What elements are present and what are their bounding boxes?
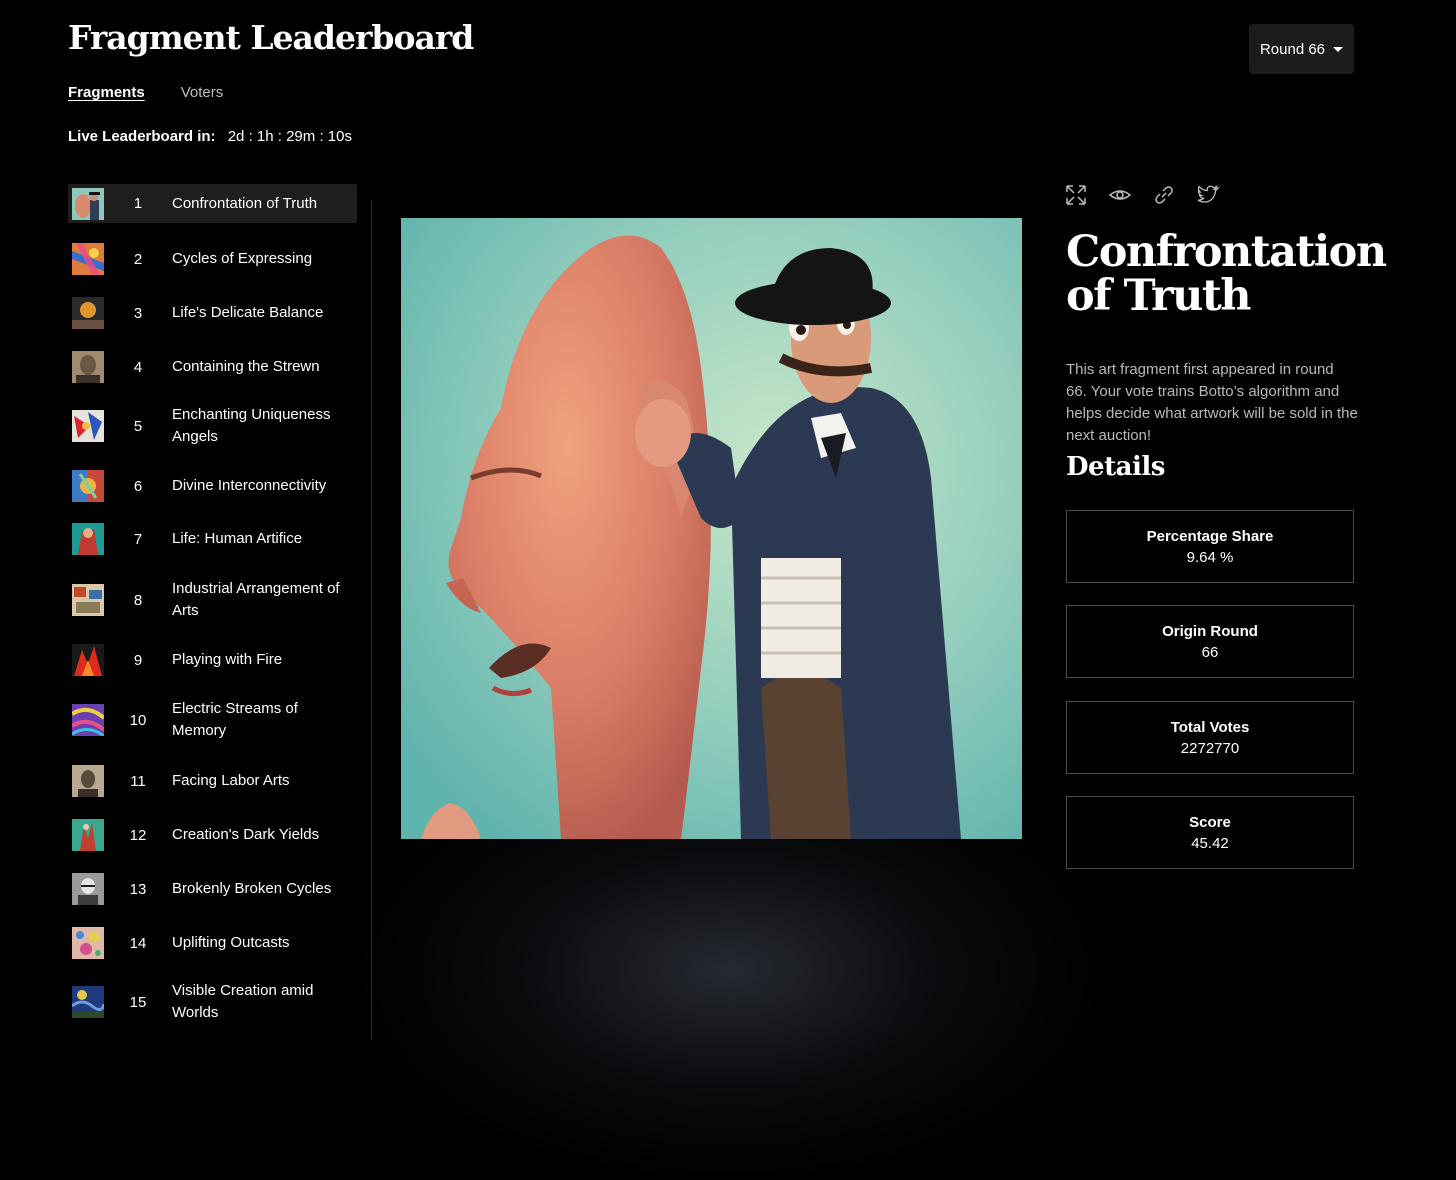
fragment-thumbnail (72, 704, 104, 736)
rank-number: 2 (133, 250, 143, 268)
detail-value: 2272770 (1180, 739, 1240, 757)
rank-number: 4 (133, 358, 143, 376)
fragment-thumbnail (72, 584, 104, 616)
fragment-title: Confrontation of Truth (1066, 227, 1387, 321)
eye-icon[interactable] (1108, 183, 1132, 207)
fragment-artwork[interactable] (401, 218, 1022, 839)
live-countdown: Live Leaderboard in: 2d : 1h : 29m : 10s (68, 128, 352, 145)
detail-label: Score (1189, 813, 1231, 831)
artwork-image (401, 218, 1022, 839)
fragment-actions (1064, 183, 1220, 207)
detail-label: Origin Round (1162, 622, 1258, 640)
rank-number: 13 (129, 880, 147, 898)
fragment-thumbnail (72, 873, 104, 905)
tab-voters[interactable]: Voters (181, 84, 224, 101)
fragment-name: Cycles of Expressing (172, 250, 313, 267)
fragment-name: Containing the Strewn (172, 358, 320, 375)
rank-number: 14 (129, 934, 147, 952)
detail-card-percentage-share: Percentage Share 9.64 % (1066, 510, 1354, 583)
countdown-value: 2d : 1h : 29m : 10s (227, 128, 352, 145)
fragment-name: Life: Human Artifice (172, 530, 303, 547)
leaderboard-item[interactable]: 8 Industrial Arrangement of Arts (68, 578, 357, 622)
fragment-thumbnail (72, 986, 104, 1018)
detail-value: 66 (1201, 643, 1219, 661)
rank-number: 6 (133, 477, 143, 495)
fragment-thumbnail (72, 351, 104, 383)
fragment-thumbnail (72, 523, 104, 555)
leaderboard-item[interactable]: 10 Electric Streams of Memory (68, 698, 357, 742)
fragment-thumbnail (72, 819, 104, 851)
leaderboard-item[interactable]: 4 Containing the Strewn (68, 349, 357, 385)
leaderboard-item[interactable]: 11 Facing Labor Arts (68, 763, 357, 799)
round-label: Round 66 (1259, 40, 1326, 58)
fragment-thumbnail (72, 243, 104, 275)
fragment-name: Confrontation of Truth (172, 194, 318, 212)
rank-number: 12 (129, 826, 147, 844)
fragment-thumbnail (72, 297, 104, 329)
rank-number: 5 (133, 417, 143, 435)
leaderboard-item[interactable]: 1 Confrontation of Truth (68, 184, 357, 223)
link-icon[interactable] (1152, 183, 1176, 207)
leaderboard-item[interactable]: 7 Life: Human Artifice (68, 521, 357, 557)
rank-number: 1 (133, 195, 143, 212)
fragment-name: Brokenly Broken Cycles (172, 880, 332, 897)
leaderboard-item[interactable]: 6 Divine Interconnectivity (68, 468, 357, 504)
tab-fragments[interactable]: Fragments (68, 84, 145, 101)
fragment-name: Creation's Dark Yields (172, 826, 320, 843)
fragment-name: Playing with Fire (172, 651, 283, 668)
leaderboard-item[interactable]: 3 Life's Delicate Balance (68, 295, 357, 331)
leaderboard-item[interactable]: 12 Creation's Dark Yields (68, 817, 357, 853)
leaderboard-item[interactable]: 13 Brokenly Broken Cycles (68, 871, 357, 907)
rank-number: 7 (133, 530, 143, 548)
fragment-thumbnail (72, 187, 104, 220)
sidebar-divider (371, 200, 372, 1040)
fragment-description: This art fragment first appeared in roun… (1066, 361, 1358, 444)
rank-number: 11 (130, 772, 146, 790)
rank-number: 15 (129, 993, 147, 1011)
page-title: Fragment Leaderboard (68, 18, 474, 57)
detail-value: 45.42 (1191, 834, 1229, 852)
fragment-name: Uplifting Outcasts (172, 934, 290, 951)
fragment-thumbnail (72, 470, 104, 502)
detail-card-total-votes: Total Votes 2272770 (1066, 701, 1354, 774)
fragment-thumbnail (72, 410, 104, 442)
detail-label: Total Votes (1170, 718, 1250, 736)
detail-card-origin-round: Origin Round 66 (1066, 605, 1354, 678)
detail-label: Percentage Share (1146, 527, 1274, 545)
round-selector[interactable]: Round 66 (1249, 24, 1354, 74)
detail-card-score: Score 45.42 (1066, 796, 1354, 869)
chevron-down-icon (1333, 46, 1344, 52)
fragment-thumbnail (72, 644, 104, 676)
rank-number: 8 (133, 591, 143, 609)
fragment-thumbnail (72, 765, 104, 797)
details-heading: Details (1066, 452, 1165, 482)
leaderboard-item[interactable]: 5 Enchanting Uniqueness Angels (68, 404, 357, 448)
rank-number: 9 (133, 651, 143, 669)
detail-value: 9.64 % (1186, 548, 1234, 566)
rank-number: 10 (129, 711, 147, 729)
fragment-name: Electric Streams of Memory (172, 700, 298, 739)
expand-icon[interactable] (1064, 183, 1088, 207)
twitter-icon[interactable] (1196, 183, 1220, 207)
fragment-name: Facing Labor Arts (172, 772, 290, 789)
fragment-name: Industrial Arrangement of Arts (172, 580, 340, 619)
leaderboard-item[interactable]: 15 Visible Creation amid Worlds (68, 980, 357, 1024)
fragment-name: Life's Delicate Balance (172, 304, 324, 321)
countdown-label: Live Leaderboard in: (68, 128, 216, 145)
rank-number: 3 (133, 304, 143, 322)
fragment-thumbnail (72, 927, 104, 959)
tab-bar: Fragments Voters (68, 84, 223, 101)
fragment-name: Enchanting Uniqueness Angels (172, 406, 331, 445)
fragment-name: Divine Interconnectivity (172, 477, 327, 494)
leaderboard-item[interactable]: 9 Playing with Fire (68, 642, 357, 678)
leaderboard-item[interactable]: 2 Cycles of Expressing (68, 241, 357, 277)
fragment-name: Visible Creation amid Worlds (172, 982, 314, 1021)
leaderboard-item[interactable]: 14 Uplifting Outcasts (68, 925, 357, 961)
